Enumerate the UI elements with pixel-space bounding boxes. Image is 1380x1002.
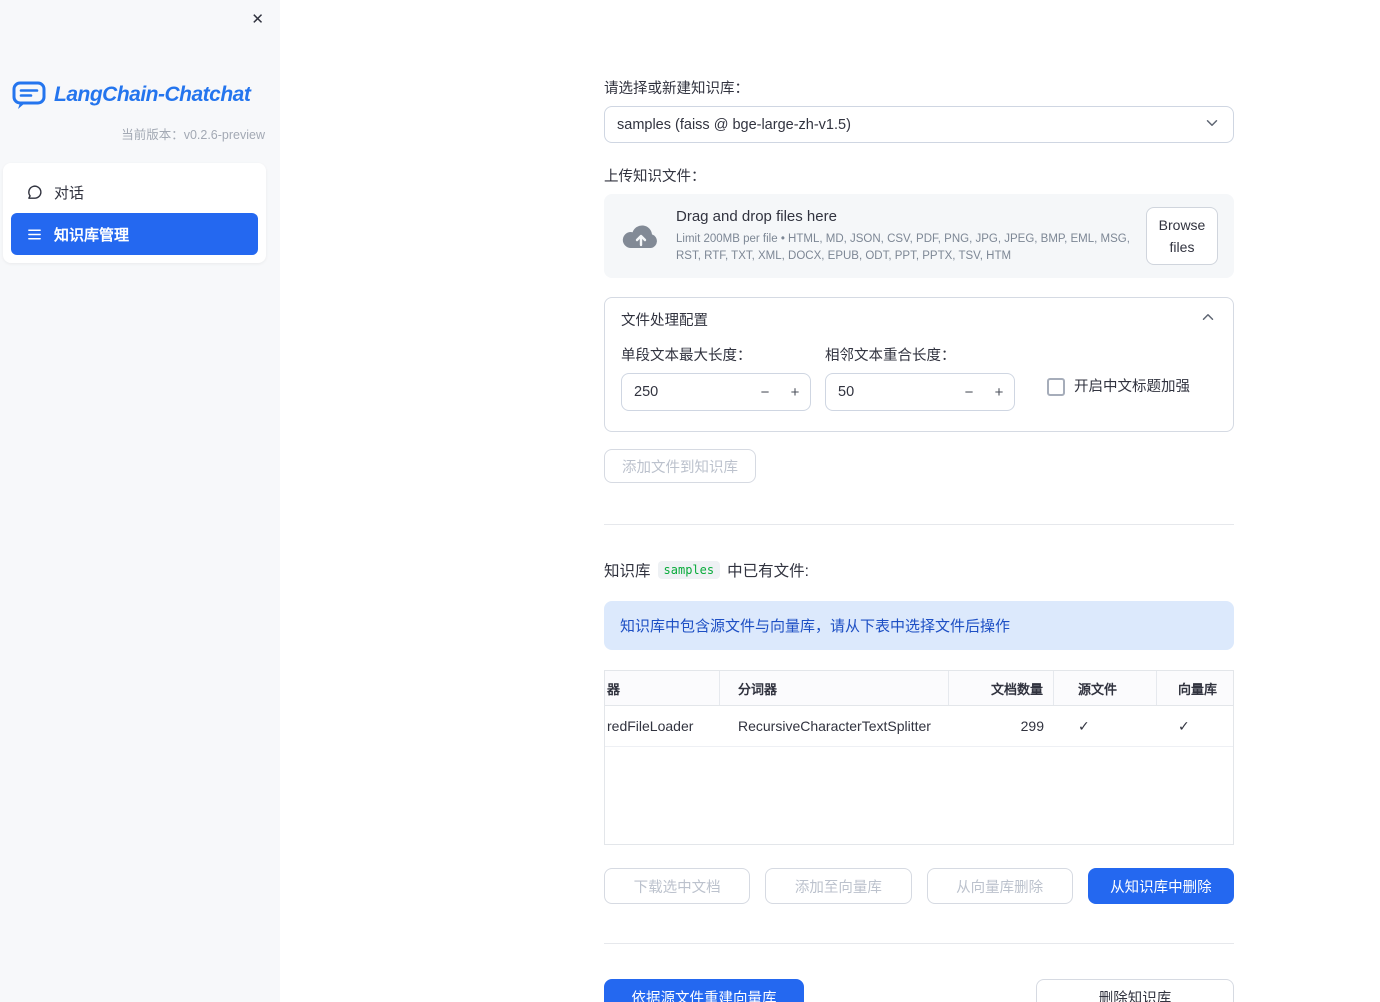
column-header-splitter[interactable]: 分词器 — [720, 671, 949, 705]
overlap-length-field: 相邻文本重合长度： 50 − + — [825, 344, 1015, 411]
cell-source-file-check: ✓ — [1078, 717, 1090, 734]
delete-from-kb-button[interactable]: 从知识库中删除 — [1087, 868, 1234, 904]
existing-files-prefix: 知识库 — [604, 563, 651, 580]
app-logo: LangChain-Chatchat — [12, 80, 280, 110]
kb-bottom-actions: 依据源文件重建向量库 删除知识库 — [604, 979, 1234, 1002]
zh-title-enhance-field: 开启中文标题加强 — [1029, 344, 1190, 411]
add-files-to-kb-button[interactable]: 添加文件到知识库 — [604, 449, 756, 483]
kb-select-label: 请选择或新建知识库： — [604, 81, 749, 97]
expander-title: 文件处理配置 — [621, 312, 708, 329]
content-column: 请选择或新建知识库： samples (faiss @ bge-large-zh… — [604, 0, 1234, 1002]
kb-selectbox[interactable]: samples (faiss @ bge-large-zh-v1.5) — [604, 106, 1234, 143]
delete-from-vectorstore-button[interactable]: 从向量库删除 — [926, 868, 1073, 904]
increment-button[interactable]: + — [984, 374, 1014, 410]
column-header-vectorstore[interactable]: 向量库 — [1157, 671, 1233, 705]
cell-vectorstore-check: ✓ — [1178, 717, 1190, 734]
expander-body: 单段文本最大长度： 250 − + 相邻文本重合长度： 50 − + 开启中文标… — [605, 340, 1233, 431]
nav-item-label: 对话 — [54, 184, 85, 202]
decrement-button[interactable]: − — [954, 374, 984, 410]
max-length-label: 单段文本最大长度： — [621, 348, 752, 364]
column-header-loader[interactable]: 器 — [605, 671, 720, 705]
delete-kb-button[interactable]: 删除知识库 — [1036, 979, 1234, 1002]
upload-files-label: 上传知识文件： — [604, 169, 706, 185]
logo-text: LangChain-Chatchat — [54, 83, 251, 106]
existing-files-line: 知识库 samples 中已有文件: — [604, 559, 1234, 581]
kb-name-code: samples — [657, 561, 721, 579]
zh-title-enhance-label: 开启中文标题加强 — [1074, 379, 1190, 395]
divider — [604, 943, 1234, 944]
overlap-length-input[interactable]: 50 − + — [825, 373, 1015, 411]
sidebar: ✕ LangChain-Chatchat 当前版本：v0.2.6-preview… — [0, 0, 280, 1002]
table-row[interactable]: redFileLoader RecursiveCharacterTextSpli… — [605, 706, 1233, 747]
max-length-field: 单段文本最大长度： 250 − + — [621, 344, 811, 411]
file-uploader-dropzone[interactable]: Drag and drop files here Limit 200MB per… — [604, 194, 1234, 278]
rebuild-vectorstore-button[interactable]: 依据源文件重建向量库 — [604, 979, 804, 1002]
nav-item-label: 知识库管理 — [54, 226, 130, 244]
cell-splitter: RecursiveCharacterTextSplitter — [738, 718, 931, 734]
max-length-value: 250 — [634, 384, 659, 400]
sidebar-close-icon[interactable]: ✕ — [247, 8, 268, 31]
increment-button[interactable]: + — [780, 374, 810, 410]
main-content: 请选择或新建知识库： samples (faiss @ bge-large-zh… — [280, 0, 1380, 1002]
table-header-row: 器 分词器 文档数量 源文件 向量库 — [605, 671, 1233, 706]
file-config-expander: 文件处理配置 单段文本最大长度： 250 − + 相邻文本重合长度： 50 − … — [604, 297, 1234, 432]
nav-item-dialogue[interactable]: 对话 — [11, 171, 258, 213]
info-box: 知识库中包含源文件与向量库，请从下表中选择文件后操作 — [604, 601, 1234, 650]
chat-bubble-icon — [25, 184, 43, 201]
column-header-doc-count[interactable]: 文档数量 — [949, 671, 1054, 705]
uploader-drag-text: Drag and drop files here — [676, 207, 837, 225]
max-length-input[interactable]: 250 − + — [621, 373, 811, 411]
uploader-limit-text: Limit 200MB per file • HTML, MD, JSON, C… — [676, 232, 1130, 262]
overlap-length-value: 50 — [838, 384, 855, 400]
browse-files-button[interactable]: Browse files — [1146, 206, 1218, 266]
file-actions-row: 下载选中文档 添加至向量库 从向量库删除 从知识库中删除 — [604, 868, 1234, 904]
cell-loader: redFileLoader — [607, 718, 694, 734]
langchain-chatchat-logo-icon — [12, 80, 46, 110]
download-selected-docs-button[interactable]: 下载选中文档 — [604, 868, 751, 904]
table-empty-area — [605, 747, 1233, 844]
list-icon — [25, 226, 43, 243]
version-text: 当前版本：v0.2.6-preview — [121, 128, 265, 142]
existing-files-suffix: 中已有文件: — [727, 563, 809, 580]
chevron-down-icon — [1203, 114, 1221, 136]
kb-selectbox-value: samples (faiss @ bge-large-zh-v1.5) — [617, 116, 851, 133]
files-table: 器 分词器 文档数量 源文件 向量库 redFileLoader Recursi… — [604, 670, 1234, 845]
upload-cloud-icon — [620, 221, 660, 251]
uploader-texts: Drag and drop files here Limit 200MB per… — [676, 208, 1130, 264]
expander-header[interactable]: 文件处理配置 — [605, 298, 1233, 340]
cell-doc-count: 299 — [1020, 718, 1044, 734]
nav-item-kb-management[interactable]: 知识库管理 — [11, 213, 258, 255]
nav-card: 对话 知识库管理 — [3, 163, 266, 263]
chevron-up-icon — [1199, 308, 1217, 330]
decrement-button[interactable]: − — [750, 374, 780, 410]
column-header-source-file[interactable]: 源文件 — [1054, 671, 1157, 705]
divider — [604, 524, 1234, 525]
zh-title-enhance-checkbox[interactable] — [1047, 378, 1065, 396]
overlap-length-label: 相邻文本重合长度： — [825, 348, 956, 364]
add-to-vectorstore-button[interactable]: 添加至向量库 — [765, 868, 912, 904]
